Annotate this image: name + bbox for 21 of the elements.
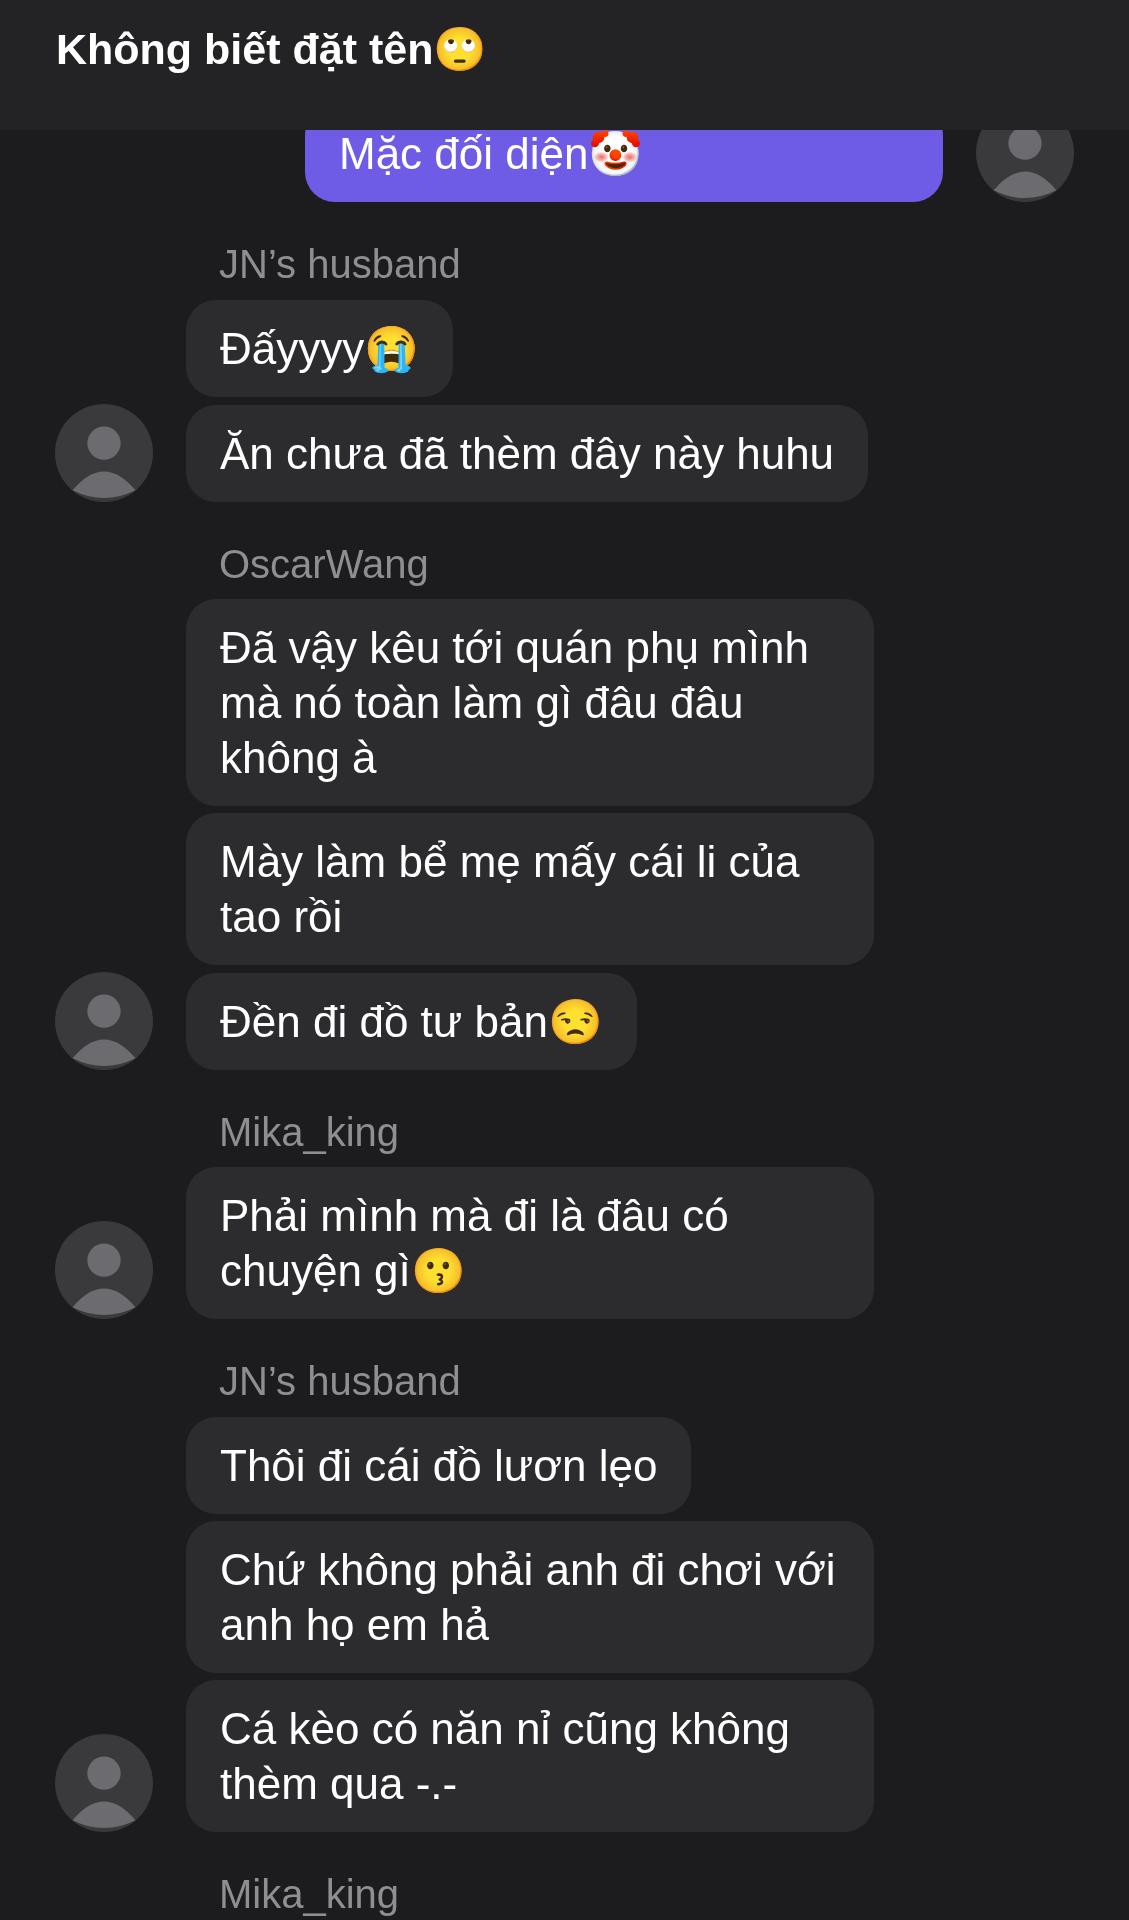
avatar-icon[interactable]: [55, 404, 153, 502]
message-bubble: Đền đi đồ tư bản😒: [186, 973, 637, 1070]
message-bubble: Phải mình mà đi là đâu có chuyện gì😗: [186, 1167, 874, 1319]
message-bubble: Chứ không phải anh đi chơi với anh họ em hả: [186, 1521, 874, 1673]
message-bubble: Ăn chưa đã thèm đây này huhu: [186, 405, 869, 502]
sender-name: JN’s husband: [219, 1359, 462, 1403]
message-bubble: Đã vậy kêu tới quán phụ mình mà nó toàn làm gì đâu đâu không à: [186, 599, 874, 806]
sender-name: JN’s husband: [219, 242, 462, 286]
message-bubble: Đấyyyy😭: [186, 300, 454, 397]
avatar-icon[interactable]: [55, 972, 153, 1070]
message-bubble: Cá kèo có năn nỉ cũng không thèm qua -.-: [186, 1680, 874, 1832]
message-bubble: Mày làm bể mẹ mấy cái li của tao rồi: [186, 813, 874, 965]
avatar-icon[interactable]: [55, 1734, 153, 1832]
sender-name: Mika_king: [219, 1872, 401, 1916]
chat-title: Không biết đặt tên🙄: [56, 24, 488, 75]
avatar-icon[interactable]: [55, 1221, 153, 1319]
sender-name: OscarWang: [219, 542, 430, 586]
avatar-icon[interactable]: [976, 130, 1074, 202]
message-bubble: Mặc đối diện🤡: [305, 130, 943, 202]
message-bubble: Thôi đi cái đồ lươn lẹo: [186, 1417, 692, 1514]
sender-name: Mika_king: [219, 1110, 401, 1154]
